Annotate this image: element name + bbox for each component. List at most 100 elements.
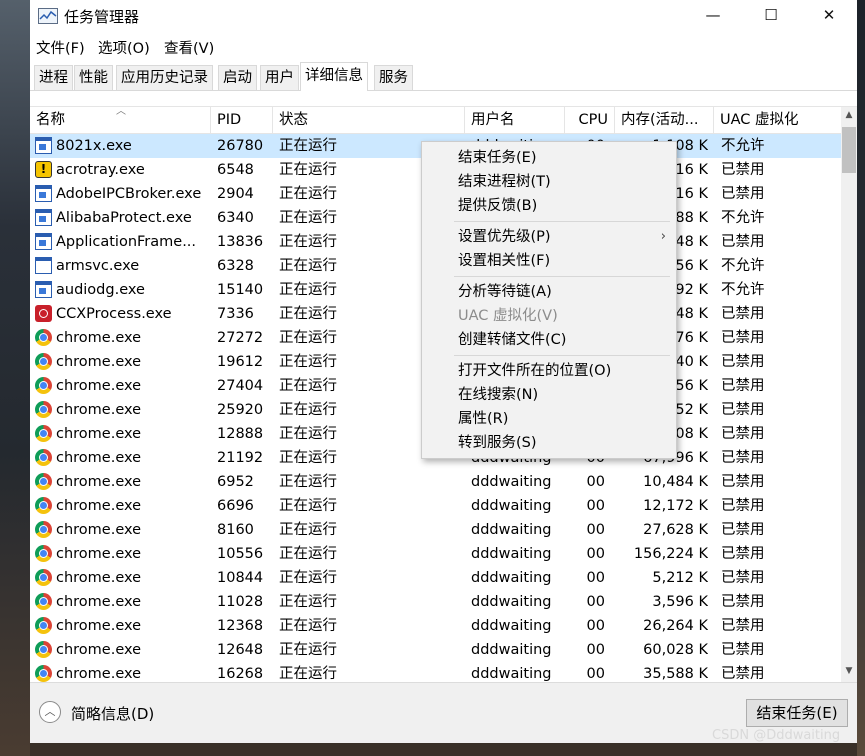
tab-processes[interactable]: 进程 xyxy=(34,65,73,90)
tab-app-history[interactable]: 应用历史记录 xyxy=(116,65,213,90)
end-task-button[interactable]: 结束任务(E) xyxy=(746,699,848,727)
process-pid: 7336 xyxy=(217,306,254,322)
context-menu-item[interactable]: 打开文件所在的位置(O) xyxy=(422,359,676,383)
process-name: ApplicationFrame... xyxy=(56,234,197,250)
fewer-details-link[interactable]: 简略信息(D) xyxy=(71,703,154,724)
process-pid: 13836 xyxy=(217,234,264,250)
desktop-edge-left xyxy=(0,0,30,756)
process-uac: 已禁用 xyxy=(721,474,765,490)
process-memory: 27,628 K xyxy=(643,522,708,538)
column-status[interactable]: 状态 xyxy=(273,107,465,133)
column-uac[interactable]: UAC 虚拟化 xyxy=(714,107,841,133)
context-menu-item-label: 结束进程树(T) xyxy=(458,174,551,190)
table-row[interactable]: chrome.exe 10556 正在运行 dddwaiting 00 156,224 K… xyxy=(30,542,841,566)
table-row[interactable]: chrome.exe 16268 正在运行 dddwaiting 00 35,588 K 已… xyxy=(30,662,841,683)
tab-services[interactable]: 服务 xyxy=(374,65,413,90)
ccx-icon xyxy=(35,305,52,322)
tab-performance[interactable]: 性能 xyxy=(74,65,113,90)
tab-users[interactable]: 用户 xyxy=(260,65,299,90)
process-user: dddwaiting xyxy=(471,618,552,634)
context-menu-item[interactable]: 结束进程树(T) xyxy=(422,170,676,194)
process-pid: 27404 xyxy=(217,378,264,394)
menu-separator xyxy=(454,355,670,356)
context-menu-item[interactable]: 设置相关性(F) xyxy=(422,249,676,273)
process-status: 正在运行 xyxy=(279,546,337,562)
tab-details[interactable]: 详细信息 xyxy=(300,62,368,91)
context-menu-item-label: 分析等待链(A) xyxy=(458,284,552,300)
context-menu-item[interactable]: 提供反馈(B) xyxy=(422,194,676,218)
maximize-button[interactable]: ☐ xyxy=(742,0,800,32)
column-cpu[interactable]: CPU xyxy=(565,107,615,133)
scroll-up-icon[interactable]: ▲ xyxy=(841,107,857,123)
process-name: 8021x.exe xyxy=(56,138,132,154)
window-icon xyxy=(35,281,52,298)
context-menu-item[interactable]: 分析等待链(A) xyxy=(422,280,676,304)
context-menu-item[interactable]: 创建转储文件(C) xyxy=(422,328,676,352)
process-pid: 10844 xyxy=(217,570,264,586)
process-uac: 已禁用 xyxy=(721,618,765,634)
chrome-icon xyxy=(35,425,52,442)
menu-view[interactable]: 查看(V) xyxy=(164,37,214,58)
table-row[interactable]: chrome.exe 8160 正在运行 dddwaiting 00 27,628 K 已禁… xyxy=(30,518,841,542)
minimize-button[interactable]: — xyxy=(684,0,742,32)
context-menu-item[interactable]: 结束任务(E) xyxy=(422,146,676,170)
process-uac: 已禁用 xyxy=(721,450,765,466)
sort-up-icon: ︿ xyxy=(116,107,126,117)
process-status: 正在运行 xyxy=(279,666,337,682)
scroll-down-icon[interactable]: ▼ xyxy=(841,663,857,679)
table-row[interactable]: chrome.exe 12648 正在运行 dddwaiting 00 60,028 K 已… xyxy=(30,638,841,662)
chevron-right-icon: › xyxy=(660,229,666,244)
menu-file[interactable]: 文件(F) xyxy=(36,37,85,58)
chrome-icon xyxy=(35,329,52,346)
table-row[interactable]: chrome.exe 12368 正在运行 dddwaiting 00 26,264 K 已… xyxy=(30,614,841,638)
process-pid: 27272 xyxy=(217,330,264,346)
column-username[interactable]: 用户名 xyxy=(465,107,565,133)
chrome-icon xyxy=(35,641,52,658)
process-uac: 不允许 xyxy=(721,282,765,298)
menu-separator xyxy=(454,276,670,277)
process-status: 正在运行 xyxy=(279,474,337,490)
table-row[interactable]: chrome.exe 6696 正在运行 dddwaiting 00 12,172 K 已禁… xyxy=(30,494,841,518)
process-name: chrome.exe xyxy=(56,426,142,442)
menu-options[interactable]: 选项(O) xyxy=(98,37,150,58)
acrotray-icon: ! xyxy=(35,161,52,178)
context-menu-item[interactable]: 设置优先级(P) › xyxy=(422,225,676,249)
process-user: dddwaiting xyxy=(471,546,552,562)
context-menu-item[interactable]: 转到服务(S) xyxy=(422,431,676,455)
process-name: chrome.exe xyxy=(56,522,142,538)
context-menu-item[interactable]: 在线搜索(N) xyxy=(422,383,676,407)
scroll-thumb[interactable] xyxy=(842,127,856,173)
process-user: dddwaiting xyxy=(471,570,552,586)
process-pid: 6696 xyxy=(217,498,254,514)
chrome-icon xyxy=(35,353,52,370)
context-menu-item[interactable]: 属性(R) xyxy=(422,407,676,431)
table-row[interactable]: chrome.exe 11028 正在运行 dddwaiting 00 3,596 K 已禁… xyxy=(30,590,841,614)
process-status: 正在运行 xyxy=(279,498,337,514)
process-status: 正在运行 xyxy=(279,570,337,586)
context-menu-item-label: 转到服务(S) xyxy=(458,435,537,451)
process-pid: 6328 xyxy=(217,258,254,274)
process-user: dddwaiting xyxy=(471,642,552,658)
column-pid[interactable]: PID xyxy=(211,107,273,133)
process-cpu: 00 xyxy=(586,666,605,682)
process-status: 正在运行 xyxy=(279,642,337,658)
column-name[interactable]: ︿ 名称 xyxy=(30,107,211,133)
process-uac: 已禁用 xyxy=(721,162,765,178)
process-pid: 10556 xyxy=(217,546,264,562)
table-row[interactable]: chrome.exe 6952 正在运行 dddwaiting 00 10,484 K 已禁… xyxy=(30,470,841,494)
close-button[interactable]: ✕ xyxy=(800,0,858,32)
window-icon xyxy=(35,137,52,154)
table-row[interactable]: chrome.exe 10844 正在运行 dddwaiting 00 5,212 K 已禁… xyxy=(30,566,841,590)
chevron-up-icon[interactable]: ︿ xyxy=(39,701,61,723)
process-status: 正在运行 xyxy=(279,618,337,634)
title-bar[interactable]: 任务管理器 — ☐ ✕ xyxy=(30,0,857,32)
column-header-row: ︿ 名称 PID 状态 用户名 CPU 内存(活动... UAC 虚拟化 xyxy=(30,107,841,134)
context-menu-item-label: 设置优先级(P) xyxy=(458,229,551,245)
chrome-icon xyxy=(35,401,52,418)
vertical-scrollbar[interactable]: ▲ ▼ xyxy=(841,107,857,683)
tab-startup[interactable]: 启动 xyxy=(218,65,257,90)
process-pid: 19612 xyxy=(217,354,264,370)
column-memory[interactable]: 内存(活动... xyxy=(615,107,714,133)
chrome-icon xyxy=(35,593,52,610)
process-name: chrome.exe xyxy=(56,618,142,634)
